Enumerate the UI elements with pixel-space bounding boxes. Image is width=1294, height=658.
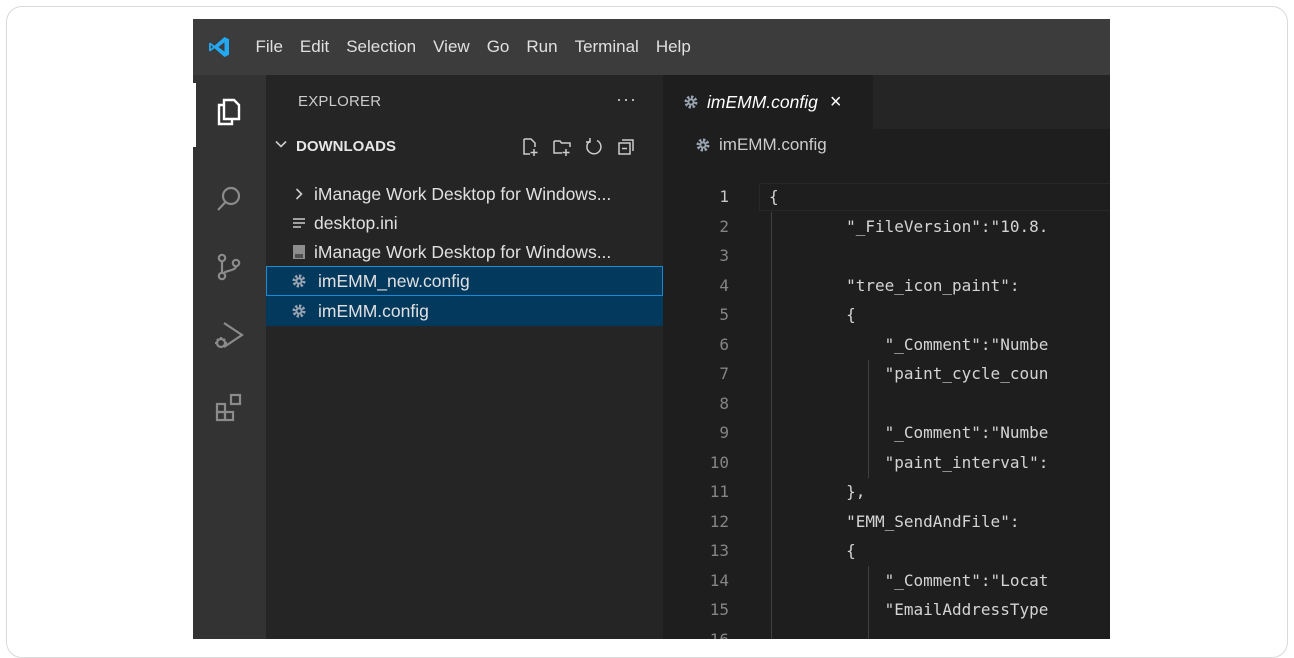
code-line[interactable]: 9 "_Comment":"Numbe (663, 419, 1110, 449)
search-icon[interactable] (205, 175, 253, 223)
code-line[interactable]: 4 "tree_icon_paint": (663, 272, 1110, 302)
gear-icon (695, 137, 711, 153)
code-line[interactable]: 14 "_Comment":"Locat (663, 567, 1110, 597)
installer-file-icon (290, 243, 308, 261)
line-number: 10 (709, 452, 729, 472)
code-text: { (769, 541, 856, 560)
run-debug-icon[interactable] (205, 311, 253, 359)
line-number: 8 (719, 393, 729, 413)
code-line[interactable]: 10 "paint_interval": (663, 449, 1110, 479)
ini-file-icon (290, 214, 308, 232)
code-line[interactable]: 12 "EMM_SendAndFile": (663, 508, 1110, 538)
code-line[interactable]: 1{ (663, 183, 1110, 213)
tab-bar: imEMM.config × (663, 75, 1110, 129)
menu-file[interactable]: File (247, 19, 291, 75)
breadcrumb[interactable]: imEMM.config (695, 135, 827, 155)
section-label: DOWNLOADS (296, 138, 396, 155)
code-line[interactable]: 15 "EmailAddressType (663, 596, 1110, 626)
explorer-sidebar: EXPLORER ··· DOWNLOADS iManage Work Desk… (266, 75, 663, 639)
code-line[interactable]: 16 (663, 626, 1110, 640)
new-folder-icon[interactable] (550, 135, 574, 159)
line-number: 7 (719, 364, 729, 383)
active-indicator (193, 83, 196, 147)
collapse-all-icon[interactable] (614, 135, 638, 159)
code-text: { (769, 305, 856, 324)
code-text: }, (769, 482, 866, 501)
new-file-icon[interactable] (518, 135, 542, 159)
activity-bar (193, 75, 266, 639)
menu-run[interactable]: Run (518, 19, 566, 75)
line-number: 3 (719, 246, 729, 265)
editor-area: imEMM.config × imEMM.config 1{2 "_FileVe… (663, 75, 1110, 639)
code-line[interactable]: 7 "paint_cycle_coun (663, 360, 1110, 390)
code-text: "EmailAddressType (769, 600, 1049, 619)
code-line[interactable]: 5 { (663, 301, 1110, 331)
close-icon[interactable]: × (830, 91, 842, 114)
code-text: "tree_icon_paint": (769, 275, 1020, 295)
code-text: "_Comment":"Numbe (769, 423, 1049, 442)
tree-item-label: imEMM.config (318, 300, 429, 321)
menu-selection[interactable]: Selection (338, 19, 425, 75)
code-line[interactable]: 6 "_Comment":"Numbe (663, 331, 1110, 361)
line-number: 4 (719, 275, 729, 295)
menu-view[interactable]: View (425, 19, 479, 75)
code-text: "paint_cycle_coun (769, 364, 1049, 383)
code-text: "_FileVersion":"10.8. (769, 216, 1049, 236)
code-line[interactable]: 8 (663, 390, 1110, 420)
vscode-window: File Edit Selection View Go Run Terminal… (193, 19, 1110, 639)
tab-label: imEMM.config (707, 91, 818, 112)
section-actions (518, 135, 638, 159)
downloads-section-header[interactable]: DOWNLOADS (266, 133, 663, 163)
line-number: 6 (719, 334, 729, 354)
line-number: 14 (709, 570, 729, 590)
tree-item-folder-imanage[interactable]: iManage Work Desktop for Windows... (266, 179, 663, 209)
tree-item-label: iManage Work Desktop for Windows... (314, 183, 612, 204)
breadcrumb-file: imEMM.config (719, 135, 827, 154)
code-text: "paint_interval": (769, 452, 1049, 472)
explorer-icon[interactable] (205, 87, 253, 135)
menu-terminal[interactable]: Terminal (566, 19, 647, 75)
code-text: { (769, 187, 779, 206)
line-number: 9 (719, 423, 729, 442)
code-line[interactable]: 2 "_FileVersion":"10.8. (663, 213, 1110, 243)
vscode-logo-icon (205, 33, 233, 61)
chevron-right-icon (290, 185, 308, 203)
menu-go[interactable]: Go (478, 19, 518, 75)
extensions-icon[interactable] (205, 383, 253, 431)
tree-item-desktop-ini[interactable]: desktop.ini (266, 208, 663, 238)
line-number: 13 (709, 541, 729, 560)
gear-icon (683, 94, 699, 110)
gear-icon (290, 302, 308, 320)
menu-edit[interactable]: Edit (291, 19, 337, 75)
line-number: 16 (709, 629, 729, 640)
code-text: "_Comment":"Locat (769, 570, 1049, 590)
code-text: "EMM_SendAndFile": (769, 511, 1020, 531)
tab-imemm-config[interactable]: imEMM.config × (663, 75, 873, 129)
line-number: 15 (709, 600, 729, 619)
tree-item-imemm-new-config[interactable]: imEMM_new.config (266, 266, 663, 296)
source-control-icon[interactable] (205, 243, 253, 291)
code-line[interactable]: 13 { (663, 537, 1110, 567)
tree-item-label: iManage Work Desktop for Windows... (314, 241, 612, 262)
line-number: 5 (719, 305, 729, 324)
menu-help[interactable]: Help (647, 19, 699, 75)
tree-item-label: desktop.ini (314, 212, 398, 233)
refresh-icon[interactable] (582, 135, 606, 159)
more-actions-button[interactable]: ··· (616, 89, 637, 110)
code-text: "_Comment":"Numbe (769, 334, 1049, 354)
tree-item-imemm-config[interactable]: imEMM.config (266, 296, 663, 326)
line-number: 11 (709, 482, 729, 501)
tree-item-installer[interactable]: iManage Work Desktop for Windows... (266, 237, 663, 267)
chevron-down-icon (274, 137, 288, 156)
menu-bar: File Edit Selection View Go Run Terminal… (193, 19, 1110, 75)
line-number: 1 (719, 187, 729, 206)
code-line[interactable]: 3 (663, 242, 1110, 272)
code-line[interactable]: 11 }, (663, 478, 1110, 508)
explorer-title: EXPLORER (298, 93, 382, 110)
gear-icon (290, 272, 308, 290)
line-number: 2 (719, 216, 729, 236)
tree-item-label: imEMM_new.config (318, 270, 470, 291)
line-number: 12 (709, 511, 729, 531)
